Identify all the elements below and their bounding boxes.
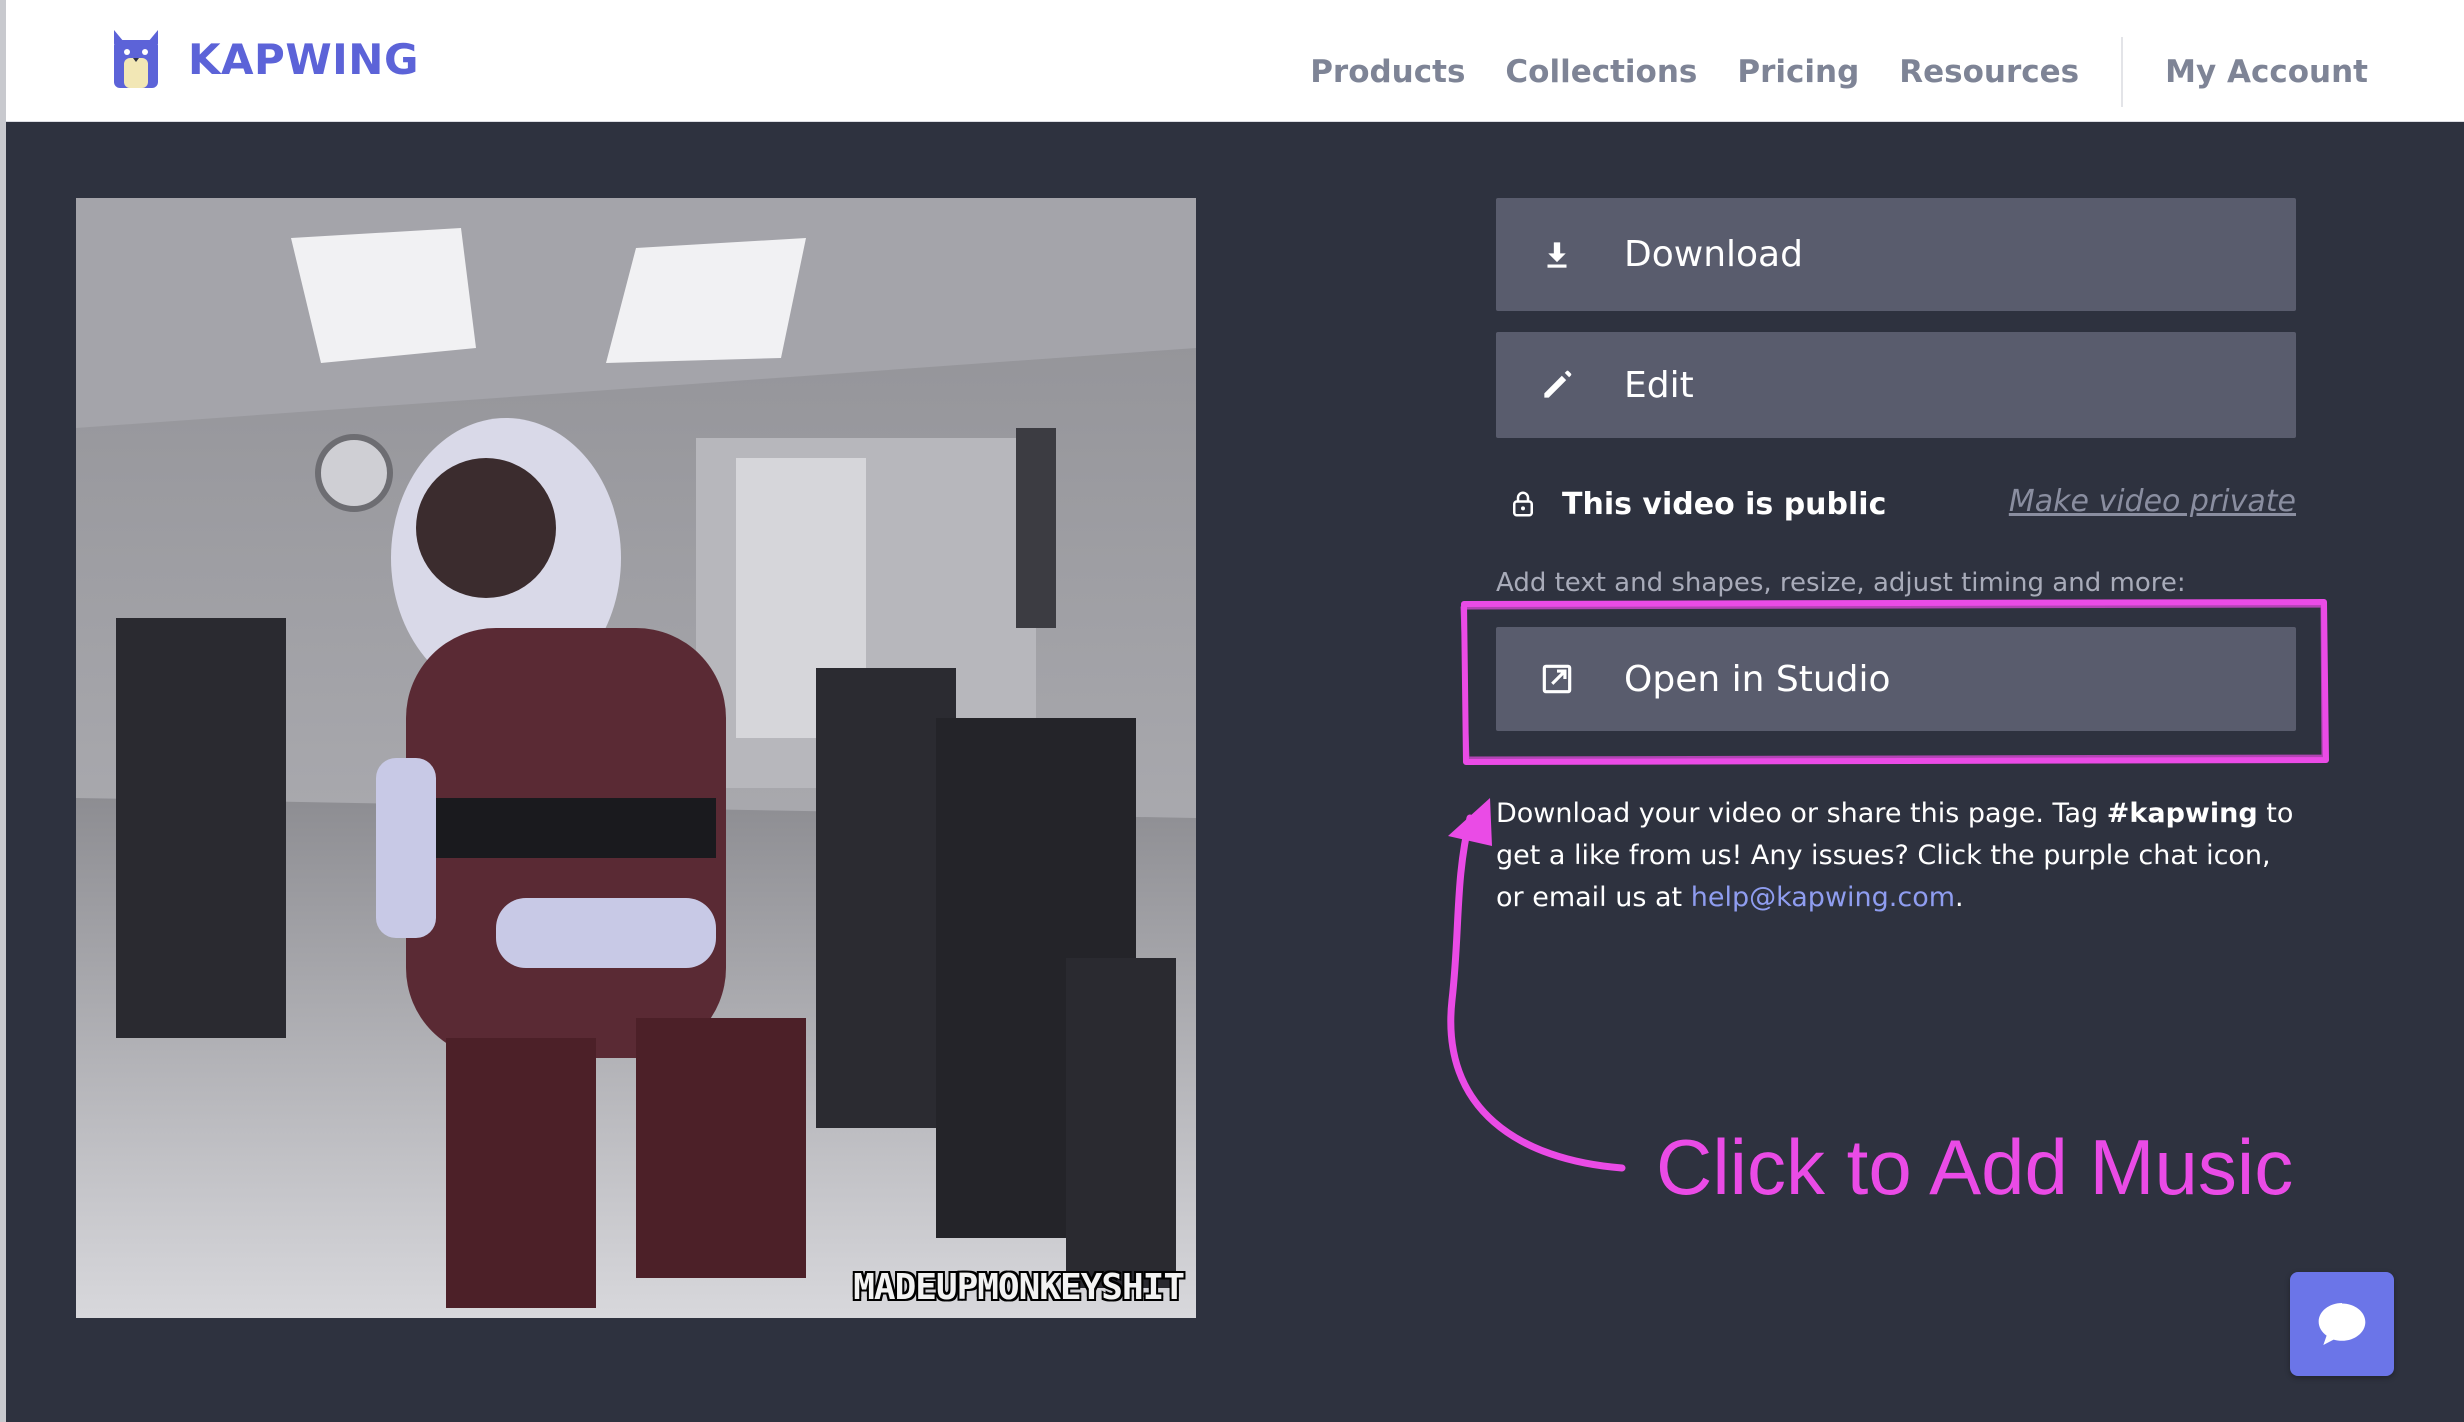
open-in-studio-label: Open in Studio xyxy=(1624,658,1891,700)
video-frame-illustration xyxy=(76,198,1196,1318)
make-private-link[interactable]: Make video private xyxy=(2009,484,2296,519)
video-watermark: MADEUPMONKEYSHIT xyxy=(853,1267,1185,1308)
visibility-row: This video is public Make video private xyxy=(1508,480,2296,528)
nav-collections[interactable]: Collections xyxy=(1505,54,1697,90)
studio-hint: Add text and shapes, resize, adjust timi… xyxy=(1496,568,2186,598)
logo-text: KAPWING xyxy=(188,34,419,84)
nav-divider xyxy=(2121,37,2124,107)
support-email-link[interactable]: help@kapwing.com xyxy=(1691,882,1955,913)
open-in-studio-button[interactable]: Open in Studio xyxy=(1496,627,2296,731)
annotation-label: Click to Add Music xyxy=(1656,1123,2294,1211)
edit-label: Edit xyxy=(1624,364,1694,406)
top-navigation-bar: KAPWING Products Collections Pricing Res… xyxy=(0,0,2464,122)
info-text-1: Download your video or share this page. … xyxy=(1496,798,2107,829)
pencil-icon xyxy=(1544,370,1572,398)
video-preview[interactable]: MADEUPMONKEYSHIT xyxy=(76,198,1196,1318)
main-nav: Products Collections Pricing Resources M… xyxy=(1310,37,2464,107)
download-icon xyxy=(1547,241,1567,268)
info-text-3: . xyxy=(1955,882,1964,913)
edit-button[interactable]: Edit xyxy=(1496,332,2296,438)
nav-my-account[interactable]: My Account xyxy=(2165,54,2368,90)
annotation-arrowhead xyxy=(1448,798,1492,846)
kapwing-tag: #kapwing xyxy=(2106,798,2258,829)
lock-icon xyxy=(1513,491,1533,517)
external-link-icon xyxy=(1542,664,1572,694)
chat-bubble-icon xyxy=(2318,1303,2366,1345)
nav-products[interactable]: Products xyxy=(1310,54,1465,90)
nav-pricing[interactable]: Pricing xyxy=(1737,54,1859,90)
download-button[interactable]: Download xyxy=(1496,198,2296,311)
visibility-status: This video is public xyxy=(1562,486,1887,522)
window-left-edge xyxy=(0,0,6,1422)
download-label: Download xyxy=(1624,234,1803,275)
share-info-text: Download your video or share this page. … xyxy=(1496,793,2296,919)
kapwing-cat-icon xyxy=(114,30,158,88)
kapwing-logo[interactable]: KAPWING xyxy=(110,28,419,90)
nav-resources[interactable]: Resources xyxy=(1899,54,2079,90)
chat-button[interactable] xyxy=(2290,1272,2394,1376)
